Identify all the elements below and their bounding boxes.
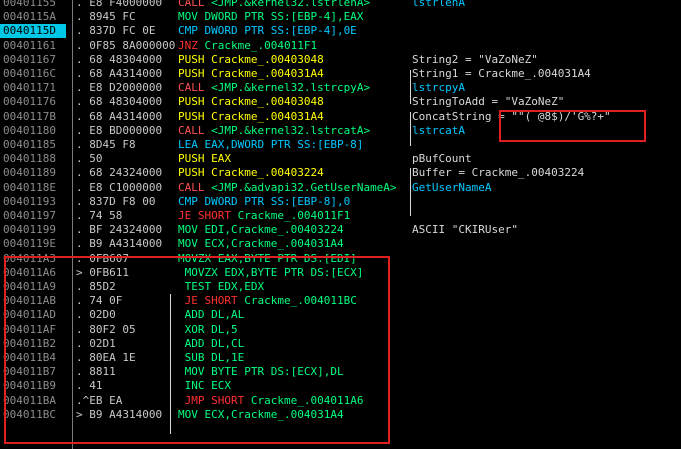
- row-address: 00401188: [3, 152, 56, 166]
- highlight-box-concat: [499, 110, 646, 142]
- row-instruction: PUSH Crackme_.00403048: [178, 53, 324, 67]
- instruction-part: PUSH Crackme_.00403048: [178, 52, 324, 66]
- row-instruction: MOV ECX,Crackme_.004031A4: [178, 237, 344, 251]
- row-address: 00401171: [3, 81, 56, 95]
- instruction-part: PUSH Crackme_.00403224: [178, 166, 324, 180]
- instruction-part: <JMP.&kernel32.lstrcatA>: [204, 123, 371, 137]
- row-address: 00401155: [3, 0, 56, 9]
- row-instruction: CALL <JMP.&kernel32.lstrcpyA>: [178, 81, 370, 95]
- row-address: 0040118E: [3, 180, 56, 194]
- row-instruction: JNZ Crackme_.004011F1: [178, 39, 317, 53]
- row-address: 0040115A: [3, 10, 56, 24]
- instruction-part: CMP DWORD PTR SS:[EBP-8],0: [178, 194, 351, 208]
- disasm-row[interactable]: 00401199. BF 24324000 MOV EDI,Crackme_.00…: [0, 223, 681, 237]
- disasm-row[interactable]: 00401155. E8 F4000000 CALL <JMP.&kernel32…: [0, 0, 681, 10]
- disasm-row[interactable]: 0040119E. B9 A4314000 MOV ECX,Crackme_.00…: [0, 237, 681, 251]
- row-comment: String2 = "VaZoNeZ": [412, 52, 538, 66]
- instruction-part: PUSH Crackme_.00403048: [178, 95, 324, 109]
- row-instruction: LEA EAX,DWORD PTR SS:[EBP-8]: [178, 138, 363, 152]
- call-bracket: [410, 70, 411, 104]
- instruction-part: JE SHORT: [178, 209, 231, 222]
- row-comment: GetUserNameA: [412, 180, 492, 194]
- instruction-part: <JMP.&kernel32.lstrlenA>: [204, 0, 371, 9]
- instruction-part: Crackme_.004011F1: [230, 209, 351, 222]
- instruction-part: CALL: [178, 123, 205, 137]
- instruction-part: Crackme_.004011F1: [197, 38, 318, 52]
- row-address: 00401176: [3, 95, 56, 109]
- row-instruction: MOV DWORD PTR SS:[EBP-4],EAX: [178, 10, 363, 24]
- row-instruction: PUSH Crackme_.00403224: [178, 166, 324, 180]
- call-bracket: [410, 168, 411, 216]
- disasm-row[interactable]: 0040116C. 68 A4314000 PUSH Crackme_.00403…: [0, 67, 681, 81]
- row-comment: lstrcatA: [412, 123, 465, 137]
- row-instruction: CALL <JMP.&kernel32.lstrlenA>: [178, 0, 370, 10]
- row-comment: lstrlenA: [412, 0, 465, 9]
- row-instruction: CALL <JMP.&advapi32.GetUserNameA>: [178, 181, 397, 195]
- row-address: 0040119E: [3, 237, 56, 251]
- instruction-part: PUSH Crackme_.004031A4: [178, 109, 324, 123]
- row-comment: lstrcpyA: [412, 81, 465, 95]
- instruction-part: CALL: [178, 0, 205, 9]
- disasm-row[interactable]: 0040115A. 8945 FC MOV DWORD PTR SS:[EBP-4…: [0, 10, 681, 24]
- row-address: 00401161: [3, 38, 56, 52]
- instruction-part: JNZ: [178, 38, 198, 52]
- instruction-part: <JMP.&advapi32.GetUserNameA>: [204, 180, 397, 194]
- instruction-part: PUSH Crackme_.004031A4: [178, 67, 324, 80]
- row-address: 0040117B: [3, 109, 56, 123]
- disasm-row[interactable]: 00401188. 50 PUSH EAX pBufCount: [0, 152, 681, 166]
- disasm-row[interactable]: 00401167. 68 48304000 PUSH Crackme_.00403…: [0, 53, 681, 67]
- row-instruction: MOV EDI,Crackme_.00403224: [178, 223, 344, 237]
- instruction-part: CALL: [178, 81, 205, 95]
- row-comment: pBufCount: [412, 152, 472, 166]
- disasm-row[interactable]: 00401193. 837D F8 00 CMP DWORD PTR SS:[EB…: [0, 195, 681, 209]
- row-instruction: CMP DWORD PTR SS:[EBP-8],0: [178, 195, 350, 209]
- row-address: 0040116C: [3, 67, 56, 80]
- row-instruction: PUSH Crackme_.00403048: [178, 95, 324, 109]
- row-address: 00401199: [3, 223, 56, 237]
- disasm-row[interactable]: 00401197. 74 58 JE SHORT Crackme_.004011F…: [0, 209, 681, 223]
- row-instruction: PUSH EAX: [178, 152, 231, 166]
- row-address: 0040115D: [0, 24, 66, 39]
- row-address: 00401185: [3, 138, 56, 151]
- row-comment: String1 = Crackme_.004031A4: [412, 67, 591, 80]
- disassembly-view[interactable]: 00401155. E8 F4000000 CALL <JMP.&kernel32…: [0, 0, 681, 449]
- row-address: 00401189: [3, 166, 56, 180]
- disasm-row[interactable]: 00401171. E8 D2000000 CALL <JMP.&kernel32…: [0, 81, 681, 95]
- row-comment: ASCII "CKIRUser": [412, 223, 518, 237]
- instruction-part: <JMP.&kernel32.lstrcpyA>: [204, 81, 371, 95]
- row-instruction: PUSH Crackme_.004031A4: [178, 110, 324, 124]
- disasm-row[interactable]: 0040118E. E8 C1000000 CALL <JMP.&advapi32…: [0, 181, 681, 195]
- call-bracket: [410, 112, 411, 146]
- disasm-row[interactable]: 00401189. 68 24324000 PUSH Crackme_.00403…: [0, 166, 681, 180]
- row-instruction: CALL <JMP.&kernel32.lstrcatA>: [178, 124, 370, 138]
- disasm-row[interactable]: 00401176. 68 48304000 PUSH Crackme_.00403…: [0, 95, 681, 109]
- instruction-part: MOV DWORD PTR SS:[EBP-4],EAX: [178, 10, 364, 24]
- row-instruction: CMP DWORD PTR SS:[EBP-4],0E: [178, 24, 357, 38]
- row-address: 00401193: [3, 194, 56, 208]
- row-comment: StringToAdd = "VaZoNeZ": [412, 95, 565, 109]
- instruction-part: LEA EAX,DWORD PTR SS:[EBP-8]: [178, 138, 364, 151]
- disasm-row[interactable]: 00401161. 0F85 8A000000 JNZ Crackme_.0040…: [0, 39, 681, 53]
- instruction-part: CALL: [178, 180, 205, 194]
- row-instruction: JE SHORT Crackme_.004011F1: [178, 209, 350, 223]
- instruction-part: MOV ECX,Crackme_.004031A4: [178, 237, 344, 251]
- row-address: 00401167: [3, 52, 56, 66]
- row-address: 00401180: [3, 123, 56, 137]
- instruction-part: PUSH EAX: [178, 152, 231, 166]
- disasm-row[interactable]: 0040115D. 837D FC 0E CMP DWORD PTR SS:[EB…: [0, 24, 681, 39]
- instruction-part: CMP DWORD PTR SS:[EBP-4],0E: [178, 24, 357, 38]
- row-comment: Buffer = Crackme_.00403224: [412, 166, 585, 180]
- row-address: 00401197: [3, 209, 56, 222]
- instruction-part: MOV EDI,Crackme_.00403224: [178, 223, 344, 237]
- row-instruction: PUSH Crackme_.004031A4: [178, 67, 324, 81]
- highlight-box-loop: [4, 256, 390, 444]
